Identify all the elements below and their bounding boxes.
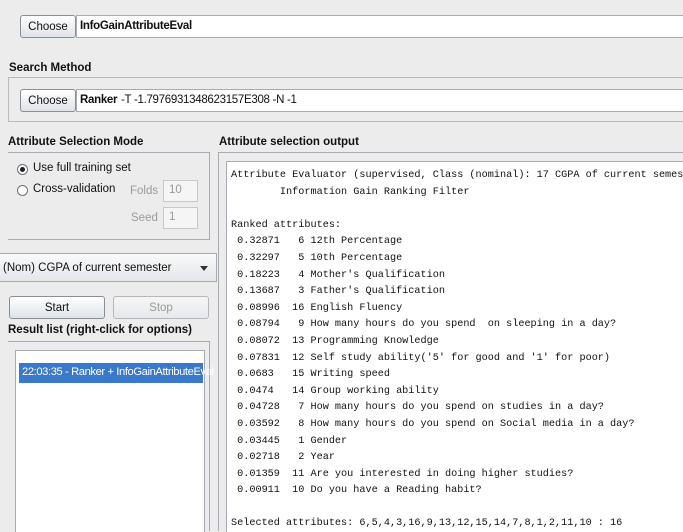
output-line: Selected attributes: 6,5,4,3,16,9,13,12,… — [231, 518, 623, 530]
output-line: 0.03445 1 Gender — [231, 435, 348, 447]
radio-selected-dot — [20, 167, 25, 172]
output-title: Attribute selection output — [219, 136, 359, 148]
use-full-training-label[interactable]: Use full training set — [33, 162, 131, 174]
class-select-value: (Nom) CGPA of current semester — [3, 262, 172, 274]
stop-button[interactable]: Stop — [113, 296, 209, 319]
chevron-down-icon[interactable] — [198, 261, 210, 275]
output-line: 0.01359 11 Are you interested in doing h… — [231, 468, 574, 480]
folds-input[interactable]: 10 — [163, 180, 198, 202]
cross-validation-radio[interactable] — [17, 185, 28, 196]
output-line: 0.32297 5 10th Percentage — [231, 252, 403, 264]
output-line: 0.02718 2 Year — [231, 452, 335, 464]
search-method-panel-bottom-border — [8, 121, 683, 122]
output-line: 0.04728 7 How many hours do you spend on… — [231, 402, 604, 414]
choose-search-method-button[interactable]: Choose — [20, 89, 76, 112]
evaluator-name: InfoGainAttributeEval — [80, 20, 192, 32]
result-list-box[interactable]: 22:03:35 - Ranker + InfoGainAttributeEva… — [15, 350, 214, 532]
seed-input[interactable]: 1 — [163, 207, 198, 229]
class-select[interactable]: (Nom) CGPA of current semester — [0, 253, 217, 282]
folds-label: Folds — [130, 185, 159, 197]
output-line: Ranked attributes: — [231, 219, 342, 231]
output-line: Attribute Evaluator (supervised, Class (… — [231, 170, 683, 181]
output-line: 0.03592 8 How many hours do you spend on… — [231, 418, 635, 430]
output-text-area[interactable]: Attribute Evaluator (supervised, Class (… — [226, 161, 683, 532]
search-method-name: Ranker — [80, 94, 118, 106]
output-line: 0.13687 3 Father's Qualification — [231, 286, 445, 298]
output-line: 0.08996 16 English Fluency — [231, 302, 403, 314]
folds-value: 10 — [169, 184, 182, 196]
output-line: 0.32871 6 12th Percentage — [231, 236, 403, 248]
search-method-panel-left-border — [8, 77, 9, 121]
search-method-title: Search Method — [9, 62, 92, 74]
seed-value: 1 — [169, 211, 176, 223]
cross-validation-label[interactable]: Cross-validation — [33, 183, 115, 195]
result-list-item[interactable]: 22:03:35 - Ranker + InfoGainAttributeEva… — [19, 363, 214, 383]
output-line: Information Gain Ranking Filter — [231, 186, 470, 198]
output-line: 0.08794 9 How many hours do you spend on… — [231, 319, 617, 331]
start-button[interactable]: Start — [9, 296, 105, 319]
seed-label: Seed — [131, 212, 158, 224]
choose-evaluator-button[interactable]: Choose — [20, 15, 76, 38]
output-line: 0.0683 15 Writing speed — [231, 369, 390, 381]
search-method-options: -T -1.7976931348623157E308 -N -1 — [121, 94, 297, 106]
output-line: 0.08072 13 Programming Knowledge — [231, 335, 439, 347]
use-full-training-radio[interactable] — [17, 164, 28, 175]
output-line: 0.0474 14 Group working ability — [231, 385, 439, 397]
selection-mode-title: Attribute Selection Mode — [8, 136, 144, 148]
result-list-panel[interactable]: 22:03:35 - Ranker + InfoGainAttributeEva… — [8, 341, 214, 532]
result-list-title: Result list (right-click for options) — [8, 324, 193, 336]
result-list-item-label: 22:03:35 - Ranker + InfoGainAttributeEva… — [22, 366, 214, 378]
output-lines: Attribute Evaluator (supervised, Class (… — [231, 168, 683, 532]
search-method-panel — [8, 77, 683, 78]
output-line: 0.00911 10 Do you have a Reading habit? — [231, 485, 482, 497]
output-panel: Attribute Evaluator (supervised, Class (… — [218, 152, 683, 532]
output-line: 0.18223 4 Mother's Qualification — [231, 269, 445, 281]
output-line: 0.07831 12 Self study ability('5' for go… — [231, 352, 611, 364]
